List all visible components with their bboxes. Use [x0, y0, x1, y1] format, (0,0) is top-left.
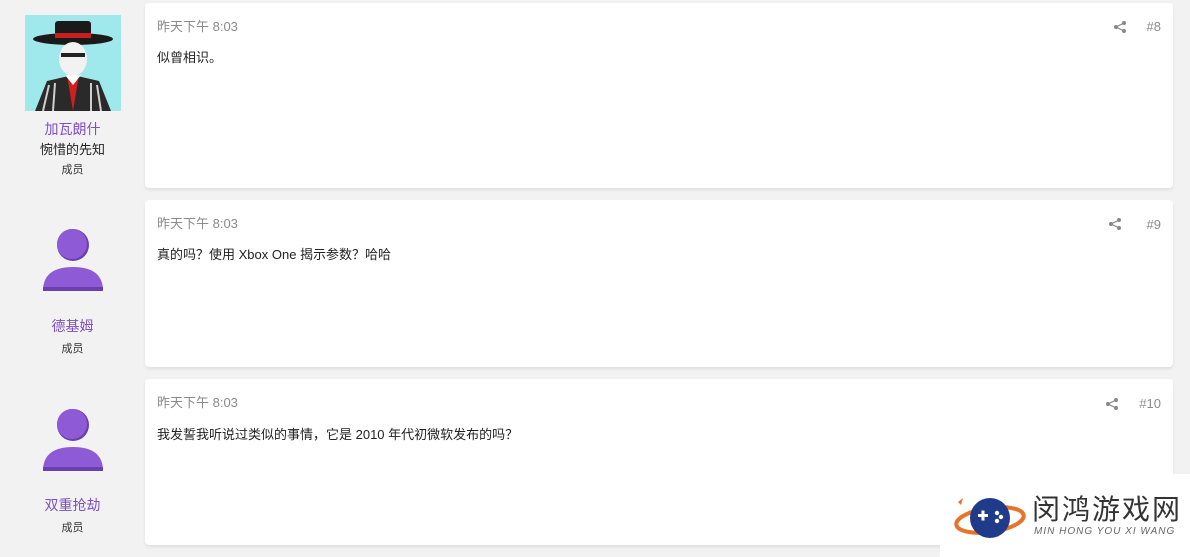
post-9: 德基姆 成员 昨天下午 8:03 真的吗？使用 Xbox One 揭示参数？哈哈… [0, 195, 1190, 375]
post-number[interactable]: #10 [1139, 396, 1161, 411]
username[interactable]: 双重抢劫 [0, 495, 145, 515]
post-message: 似曾相识。 [157, 50, 223, 65]
post-time[interactable]: 昨天下午 8:03 [157, 392, 238, 411]
user-icon [43, 409, 103, 471]
username[interactable]: 加瓦朗什 [0, 119, 145, 139]
user-role: 成员 [61, 522, 84, 534]
post-time[interactable]: 昨天下午 8:03 [157, 16, 238, 35]
watermark: 闵鸿游戏网 MIN HONG YOU XI WANG [940, 474, 1190, 557]
post-8: 加瓦朗什 惋惜的先知 成员 昨天下午 8:03 似曾相识。 #8 [0, 0, 1190, 195]
username[interactable]: 德基姆 [0, 316, 145, 336]
gamepad-logo-icon [954, 488, 1026, 553]
avatar[interactable] [25, 15, 121, 111]
post-time[interactable]: 昨天下午 8:03 [157, 213, 238, 232]
avatar[interactable] [38, 225, 108, 295]
post-card: 昨天下午 8:03 似曾相识。 #8 [145, 3, 1173, 188]
user-role: 成员 [61, 164, 84, 176]
user-title: 惋惜的先知 [39, 142, 105, 157]
user-role: 成员 [61, 343, 84, 355]
share-icon[interactable] [1108, 217, 1122, 231]
post-card: 昨天下午 8:03 真的吗？使用 Xbox One 揭示参数？哈哈 #9 [145, 200, 1173, 367]
post-message: 我发誓我听说过类似的事情，它是 2010 年代初微软发布的吗？ [157, 427, 519, 442]
post-message: 真的吗？使用 Xbox One 揭示参数？哈哈 [157, 247, 392, 262]
user-icon [43, 229, 103, 291]
share-icon[interactable] [1105, 397, 1119, 411]
post-number[interactable]: #8 [1147, 19, 1161, 34]
post-number[interactable]: #9 [1147, 217, 1161, 232]
watermark-title: 闵鸿游戏网 [1032, 494, 1183, 525]
share-icon[interactable] [1113, 20, 1127, 34]
avatar[interactable] [38, 405, 108, 475]
watermark-subtitle: MIN HONG YOU XI WANG [1034, 526, 1176, 537]
